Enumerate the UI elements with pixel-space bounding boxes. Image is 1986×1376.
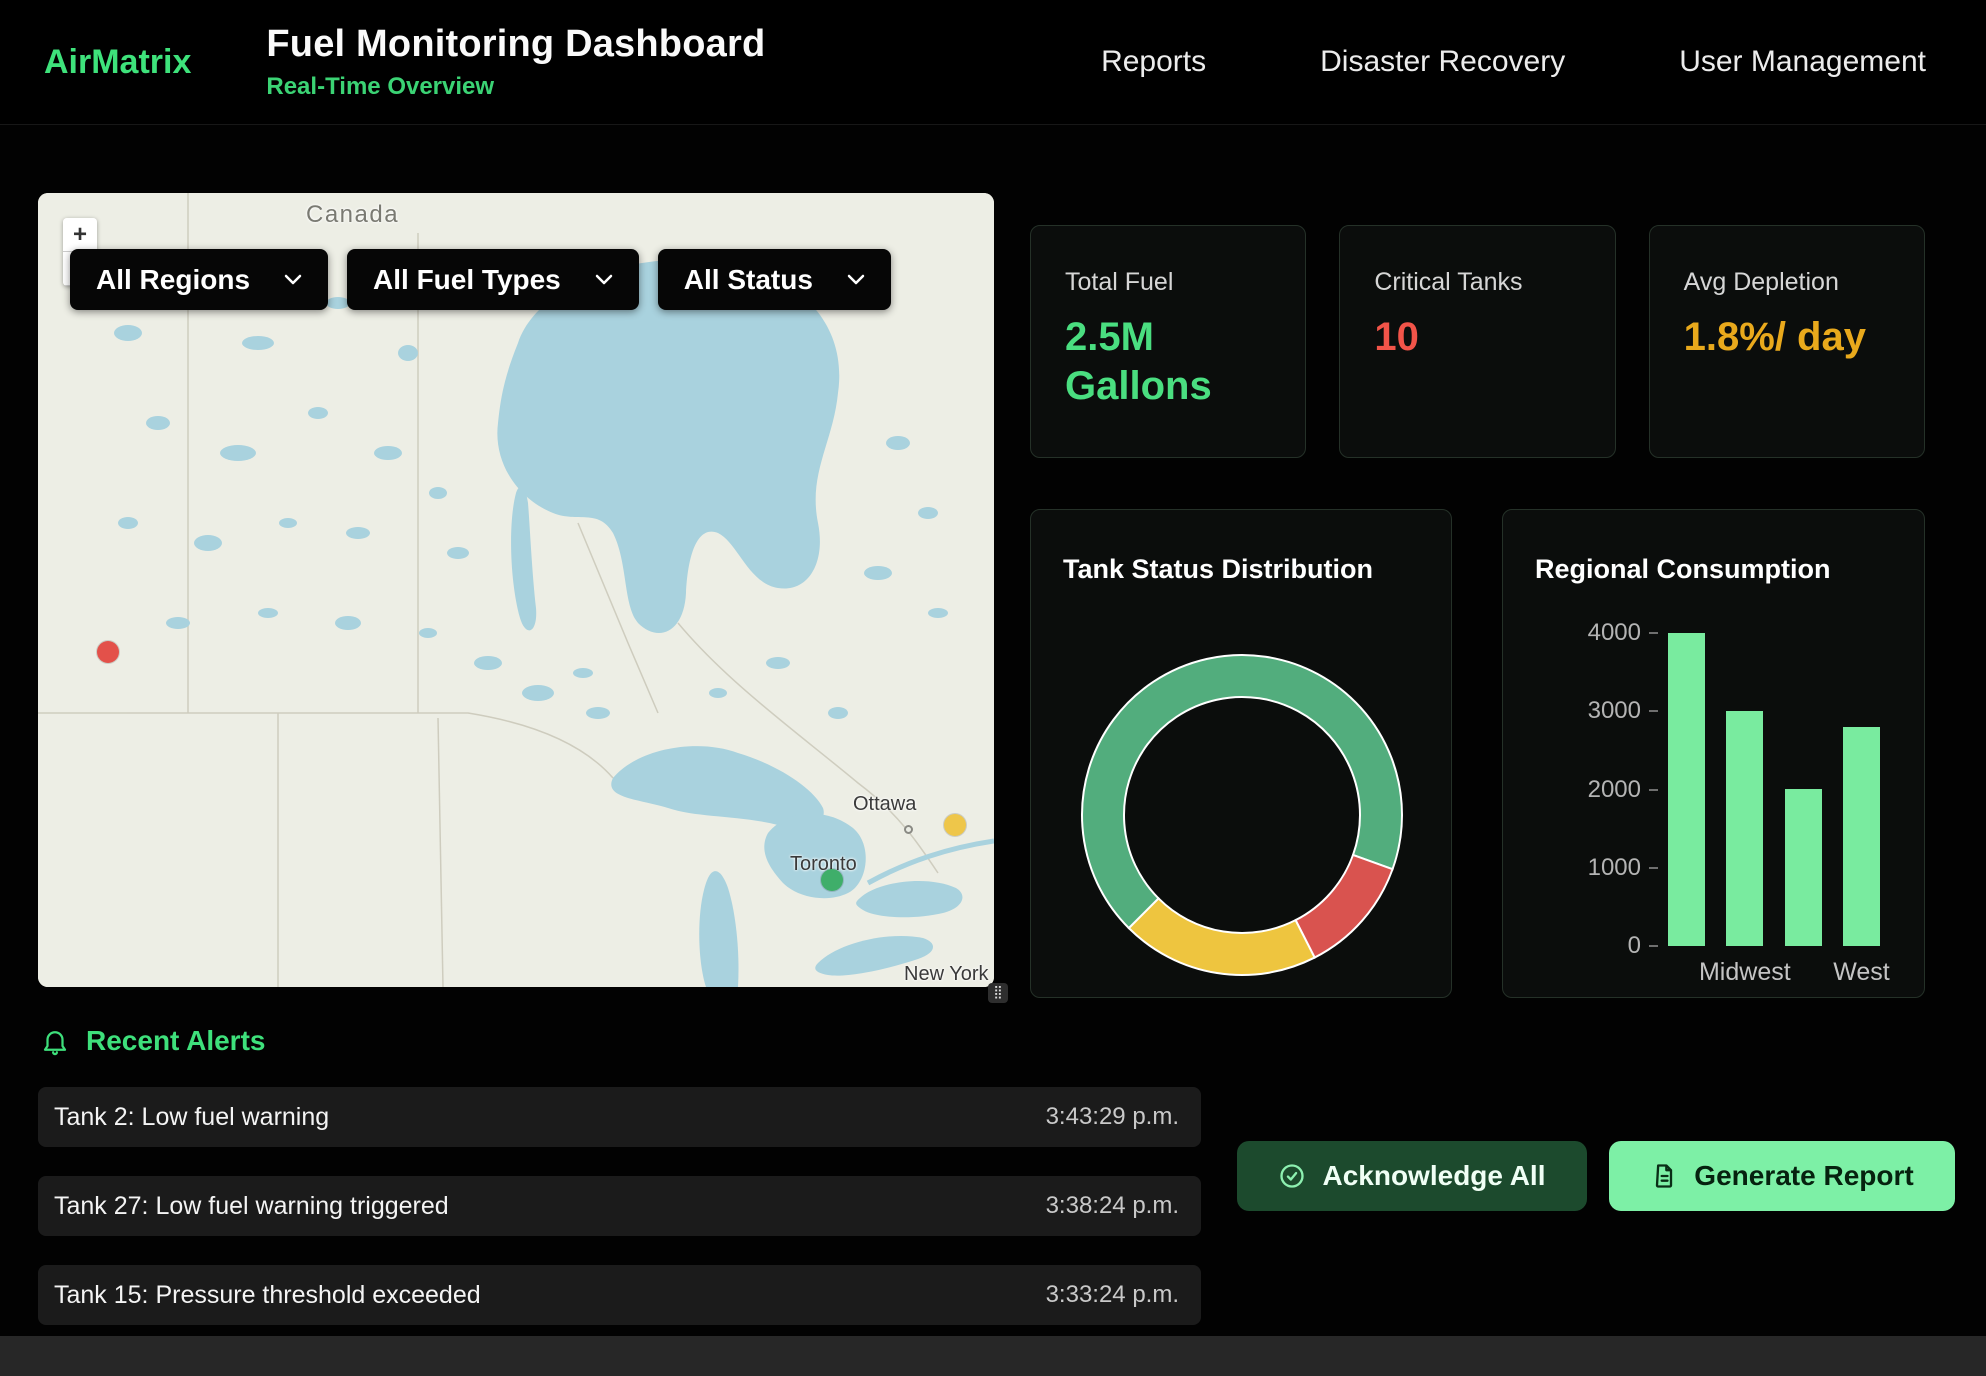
stat-value: 1.8%/ day [1684,313,1890,362]
x-axis-tick-label: West [1833,958,1890,987]
stat-label: Critical Tanks [1374,268,1580,297]
y-axis-tick-label: 0 [1541,932,1641,960]
donut-segment-critical [1296,855,1393,958]
bar [1843,727,1880,946]
y-axis-tick-mark [1649,867,1658,869]
donut-segment-warning [1129,898,1315,975]
y-axis-tick-mark [1649,789,1658,791]
regional-consumption-card: Regional Consumption 01000200030004000Mi… [1502,509,1925,998]
nav-reports[interactable]: Reports [1101,45,1206,79]
alert-time: 3:38:24 p.m. [1046,1192,1179,1220]
map-resize-handle[interactable]: ⣿ [988,983,1008,1003]
alert-row[interactable]: Tank 2: Low fuel warning 3:43:29 p.m. [38,1087,1201,1147]
check-circle-icon [1278,1162,1306,1190]
y-axis-tick-mark [1649,945,1658,947]
tank-marker-critical[interactable] [97,641,119,663]
stat-label: Total Fuel [1065,268,1271,297]
main-nav: Reports Disaster Recovery User Managemen… [1101,45,1926,79]
tank-marker-normal[interactable] [821,869,843,891]
generate-report-label: Generate Report [1694,1160,1913,1192]
alert-time: 3:43:29 p.m. [1046,1103,1179,1131]
stat-card-critical-tanks: Critical Tanks 10 [1339,225,1615,458]
zoom-in-button[interactable]: + [63,218,97,252]
chevron-down-icon [284,274,302,285]
fuel-type-filter-value: All Fuel Types [373,264,561,296]
alert-message: Tank 2: Low fuel warning [54,1103,329,1132]
y-axis-tick-label: 2000 [1541,776,1641,804]
fuel-type-filter-dropdown[interactable]: All Fuel Types [347,249,639,310]
ottawa-town-dot [904,825,913,834]
document-icon [1650,1162,1678,1190]
chevron-down-icon [595,274,613,285]
fuel-monitoring-dashboard: AirMatrix Fuel Monitoring Dashboard Real… [0,0,1986,1376]
alerts-header: Recent Alerts [40,1025,265,1057]
status-filter-dropdown[interactable]: All Status [658,249,891,310]
stats-row: Total Fuel 2.5M Gallons Critical Tanks 1… [1030,225,1925,458]
alert-row[interactable]: Tank 27: Low fuel warning triggered 3:38… [38,1176,1201,1236]
map-panel[interactable]: Canada Ottawa Toronto New York + All Reg… [38,193,994,987]
y-axis-tick-label: 4000 [1541,619,1641,647]
page-title: Fuel Monitoring Dashboard [266,23,765,66]
tank-status-distribution-card: Tank Status Distribution [1030,509,1452,998]
alert-time: 3:33:24 p.m. [1046,1281,1179,1309]
chevron-down-icon [847,274,865,285]
stat-value: 10 [1374,313,1580,362]
brand-logo[interactable]: AirMatrix [44,43,191,82]
acknowledge-all-label: Acknowledge All [1322,1160,1545,1192]
title-block: Fuel Monitoring Dashboard Real-Time Over… [266,23,765,101]
bar [1668,633,1705,946]
alert-row[interactable]: Tank 15: Pressure threshold exceeded 3:3… [38,1265,1201,1325]
y-axis-tick-mark [1649,710,1658,712]
y-axis-tick-label: 3000 [1541,697,1641,725]
generate-report-button[interactable]: Generate Report [1609,1141,1955,1211]
bar [1726,711,1763,946]
stat-card-avg-depletion: Avg Depletion 1.8%/ day [1649,225,1925,458]
bar-chart: 0 1000 2000 3000 4000 Midwest West [1503,510,1924,997]
map-canvas [38,193,994,987]
y-axis-tick-mark [1649,632,1658,634]
nav-user-management[interactable]: User Management [1679,45,1926,79]
nav-disaster-recovery[interactable]: Disaster Recovery [1320,45,1565,79]
bottom-bar [0,1336,1986,1376]
app-header: AirMatrix Fuel Monitoring Dashboard Real… [0,0,1986,125]
y-axis-tick-label: 1000 [1541,854,1641,882]
stat-label: Avg Depletion [1684,268,1890,297]
bar [1785,789,1822,946]
donut-chart [1031,510,1453,999]
x-axis-tick-label: Midwest [1699,958,1791,987]
page-subtitle: Real-Time Overview [266,73,765,101]
acknowledge-all-button[interactable]: Acknowledge All [1237,1141,1587,1211]
bell-icon [40,1026,70,1056]
alert-message: Tank 15: Pressure threshold exceeded [54,1281,481,1310]
region-filter-dropdown[interactable]: All Regions [70,249,328,310]
region-filter-value: All Regions [96,264,250,296]
stat-card-total-fuel: Total Fuel 2.5M Gallons [1030,225,1306,458]
alert-message: Tank 27: Low fuel warning triggered [54,1192,449,1221]
tank-marker-warning[interactable] [944,814,966,836]
stat-value: 2.5M Gallons [1065,313,1271,411]
alerts-title: Recent Alerts [86,1025,265,1057]
map-filters: All Regions All Fuel Types All Status [70,249,891,310]
status-filter-value: All Status [684,264,813,296]
